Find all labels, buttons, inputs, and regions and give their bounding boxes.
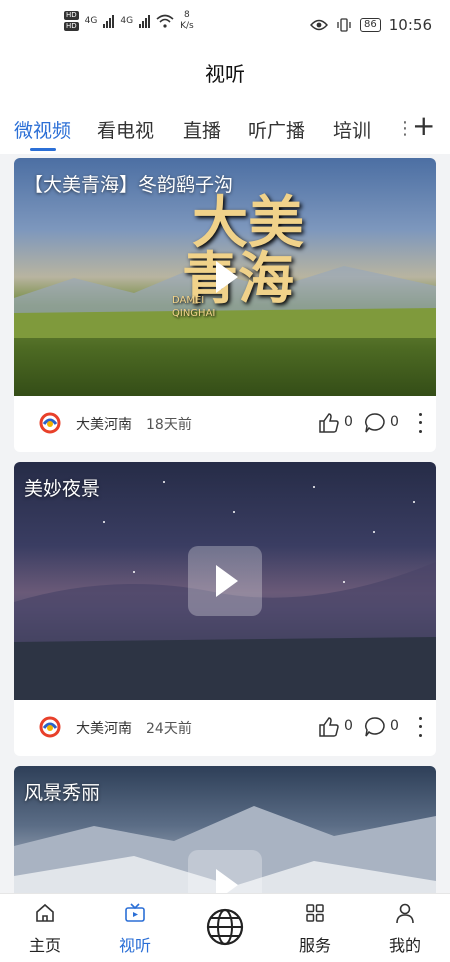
page-title: 视听 [205, 62, 245, 86]
source-name[interactable]: 大美河南 [76, 414, 132, 434]
video-card[interactable]: 风景秀丽 [14, 766, 436, 893]
network-type-1: 4G [84, 16, 98, 26]
signal-icon-2 [139, 14, 151, 28]
network-speed: 8 K/s [180, 10, 194, 32]
video-title: 美妙夜景 [24, 478, 101, 500]
post-time: 24天前 [146, 721, 192, 737]
video-meta: 大美河南 18天前 0 0 [14, 396, 436, 452]
speed-unit: K/s [180, 21, 194, 31]
nav-label-services: 服务 [298, 936, 331, 955]
hd-indicator: HD HD [64, 11, 79, 31]
nav-home[interactable]: 主页 [0, 894, 90, 962]
video-card[interactable]: 美妙夜景 大美河南 24天前 0 0 [14, 462, 436, 756]
tab-micro-video[interactable]: 微视频 [14, 116, 71, 143]
globe-icon[interactable] [206, 908, 244, 946]
wifi-icon [156, 14, 174, 28]
video-thumbnail[interactable]: 风景秀丽 [14, 766, 436, 893]
status-bar: HD HD 4G 4G 8 K/s 86 10:56 [0, 0, 450, 52]
like-icon[interactable] [318, 412, 340, 434]
vibrate-icon [337, 18, 351, 32]
source-logo-icon [39, 716, 61, 738]
tab-training[interactable]: 培训 [333, 116, 371, 143]
source-name[interactable]: 大美河南 [76, 718, 132, 738]
video-meta: 大美河南 24天前 0 0 [14, 700, 436, 756]
like-icon[interactable] [318, 716, 340, 738]
play-icon [216, 565, 238, 597]
nav-services[interactable]: 服务 [270, 894, 360, 962]
play-icon [216, 261, 238, 293]
home-icon [36, 903, 54, 922]
nav-label-home: 主页 [28, 936, 61, 955]
comment-count: 0 [390, 414, 399, 430]
video-title: 风景秀丽 [24, 782, 101, 804]
post-time: 18天前 [146, 417, 192, 433]
active-tab-indicator [30, 148, 56, 151]
nav-audiovisual[interactable]: 视听 [90, 894, 180, 962]
comment-icon[interactable] [364, 412, 386, 434]
comment-icon[interactable] [364, 716, 386, 738]
page-header: 视听 [0, 52, 450, 102]
like-count: 0 [344, 414, 353, 430]
hd-badge-1: HD [64, 11, 79, 20]
video-feed[interactable]: 大美 青海 DAMEI QINGHAI 【大美青海】冬韵鹞子沟 大美河南 18天… [0, 156, 450, 893]
video-thumbnail[interactable]: 美妙夜景 [14, 462, 436, 700]
hd-badge-2: HD [64, 22, 79, 31]
nav-label-audiovisual: 视听 [118, 936, 151, 955]
grid-icon [306, 904, 324, 922]
play-icon [216, 869, 238, 893]
comment-count: 0 [390, 718, 399, 734]
user-icon [396, 903, 414, 924]
status-left: HD HD 4G 4G 8 K/s [64, 10, 194, 32]
nav-label-mine: 我的 [388, 936, 421, 955]
video-card[interactable]: 大美 青海 DAMEI QINGHAI 【大美青海】冬韵鹞子沟 大美河南 18天… [14, 158, 436, 452]
clock: 10:56 [388, 16, 432, 34]
play-button[interactable] [188, 546, 262, 616]
signal-icon [103, 14, 115, 28]
battery-icon: 86 [360, 18, 381, 32]
play-button[interactable] [188, 242, 262, 312]
tab-watch-tv[interactable]: 看电视 [97, 116, 154, 143]
network-type-2: 4G [120, 16, 134, 26]
video-title: 【大美青海】冬韵鹞子沟 [24, 174, 234, 196]
tv-icon [125, 903, 145, 922]
category-tabs: 微视频 看电视 直播 听广播 培训 ⋮ + [0, 102, 450, 154]
speed-value: 8 [184, 10, 190, 20]
more-options-icon[interactable] [414, 714, 426, 740]
nav-mine[interactable]: 我的 [360, 894, 450, 962]
eye-icon [310, 19, 328, 31]
bottom-nav: 主页 视听 服务 我的 [0, 893, 450, 962]
video-thumbnail[interactable]: 大美 青海 DAMEI QINGHAI 【大美青海】冬韵鹞子沟 [14, 158, 436, 396]
like-count: 0 [344, 718, 353, 734]
tab-live[interactable]: 直播 [183, 116, 221, 143]
more-options-icon[interactable] [414, 410, 426, 436]
add-tab-icon[interactable]: + [412, 112, 435, 140]
play-button[interactable] [188, 850, 262, 893]
tab-radio[interactable]: 听广播 [248, 116, 305, 143]
source-logo-icon [39, 412, 61, 434]
status-right: 86 10:56 [310, 16, 432, 34]
